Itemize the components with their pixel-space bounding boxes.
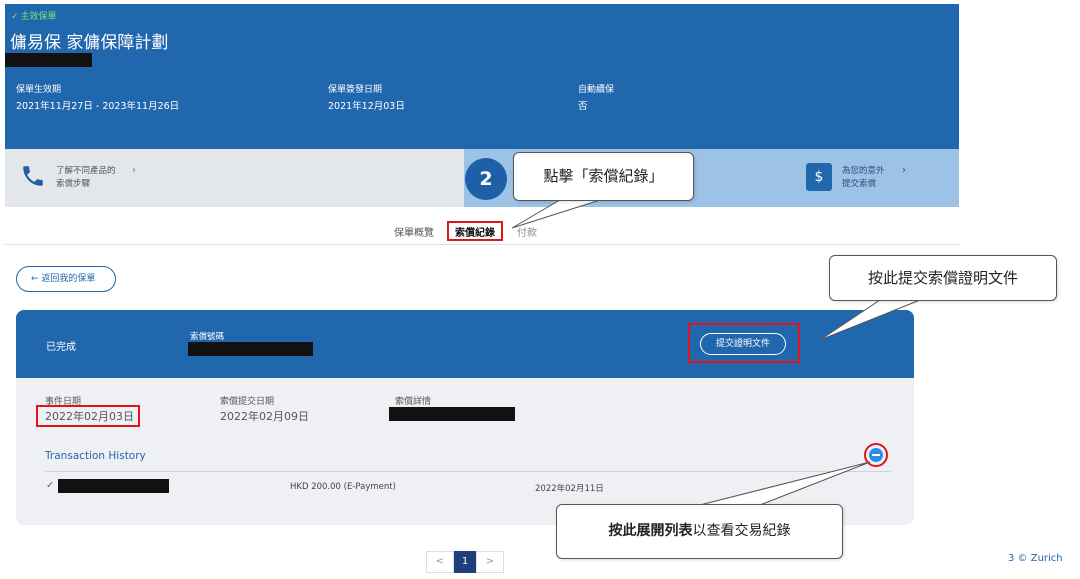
issue-date: 保單簽發日期 2021年12月03日 (328, 85, 405, 112)
transaction-date: 2022年02月11日 (535, 484, 604, 494)
tab-payment[interactable]: 付款 (517, 224, 537, 239)
page-1-button[interactable]: 1 (454, 551, 476, 573)
submit-date-value: 2022年02月09日 (220, 410, 309, 423)
transaction-divider (45, 471, 891, 472)
back-to-policies-button[interactable]: ← 返回我的保單 (16, 266, 116, 292)
expand-list-callout: 按此展開列表以查看交易紀錄 (556, 504, 843, 559)
check-icon: ✓ (46, 480, 55, 491)
claim-status: 已完成 (46, 342, 76, 353)
redacted-claim-number (188, 342, 313, 356)
claim-number-label: 索償號碼 (190, 332, 225, 342)
submit-button-highlight (688, 323, 800, 363)
phone-icon (23, 166, 43, 186)
plan-title: 傭易保 家傭保障計劃 (10, 33, 169, 53)
policy-status: ✓ 主效保單 (11, 12, 57, 22)
check-icon: ✓ (11, 12, 19, 22)
policy-header (5, 4, 959, 149)
redacted-policy-number (5, 53, 92, 67)
transaction-amount: HKD 200.00 (E-Payment) (290, 482, 396, 492)
submit-claim-text: 為您的意外 提交索償 (842, 166, 885, 189)
claims-tab-highlight (447, 221, 503, 241)
tab-divider (5, 244, 959, 245)
arrow-left-icon: ← (31, 274, 42, 284)
redacted-claim-details (389, 407, 515, 421)
auto-renewal: 自動續保 否 (578, 85, 615, 112)
policy-period: 保單生效期 2021年11月27日 - 2023年11月26日 (16, 85, 180, 112)
claim-details-label: 索償詳情 (395, 397, 432, 407)
chevron-right-icon: › (132, 165, 136, 176)
redacted-transaction-id (58, 479, 169, 493)
transaction-history-title: Transaction History (45, 450, 146, 462)
tab-policy-overview[interactable]: 保單概覽 (394, 224, 434, 239)
step-number-badge: 2 (465, 158, 507, 200)
chevron-right-icon: › (902, 165, 906, 176)
minus-circle-icon[interactable] (864, 443, 888, 467)
document-dollar-icon: $ (806, 163, 832, 191)
page-footer: 3 © Zurich (1008, 553, 1063, 564)
claim-card-body (16, 378, 914, 525)
claim-steps-text: 了解不同產品的 索償步驟 (56, 166, 116, 189)
prev-page-button[interactable]: < (426, 551, 454, 573)
submit-date-label: 索償提交日期 (220, 397, 275, 407)
event-date-highlight (36, 405, 140, 427)
step-callout: 點擊「索償紀錄」 (513, 152, 694, 201)
next-page-button[interactable]: > (476, 551, 504, 573)
submit-documents-callout: 按此提交索償證明文件 (829, 255, 1057, 301)
